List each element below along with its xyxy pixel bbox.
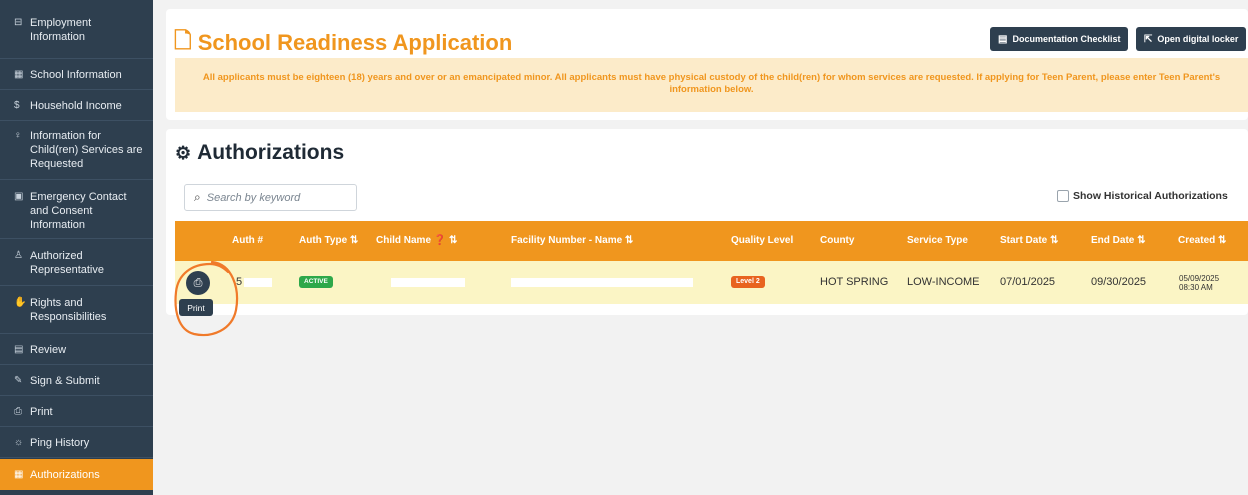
sidebar-item-school[interactable]: ▦ School Information [0,59,153,90]
sidebar-item-child-info[interactable]: ♀ Information for Child(ren) Services ar… [0,121,153,180]
authorizations-icon: ▦ [14,469,24,480]
sidebar-item-label: Print [30,406,53,418]
documentation-checklist-button[interactable]: ▤ Documentation Checklist [990,27,1129,51]
created-cell: 05/09/2025 08:30 AM [1179,274,1219,292]
sidebar-item-label: Household Income [30,100,122,112]
checklist-icon: ▤ [998,33,1008,45]
search-placeholder: Search by keyword [206,191,301,204]
column-facility[interactable]: Facility Number - Name ⇅ [511,221,633,261]
service-type-cell: LOW-INCOME [907,276,980,288]
authorizations-heading-text: Authorizations [197,141,345,164]
redacted-facility-name [511,278,693,287]
column-service-type: Service Type [907,235,968,246]
sidebar-item-employment[interactable]: ⊟ Employment Information [0,0,153,59]
page-title: 🗋 School Readiness Application [174,24,512,62]
open-digital-locker-label: Open digital locker [1157,34,1239,44]
sidebar-item-label: School Information [30,69,122,81]
sidebar-item-emergency-contact[interactable]: ▣ Emergency Contact and Consent Informat… [0,180,153,239]
sidebar-item-ping-history[interactable]: ☼ Ping History [0,427,153,458]
column-created[interactable]: Created ⇅ [1178,221,1226,261]
external-link-icon: ⇱ [1144,33,1153,45]
hand-icon: ✋ [14,297,27,308]
start-date-cell: 07/01/2025 [1000,276,1056,288]
application-icon: 🗋 [174,28,192,53]
created-date: 05/09/2025 [1179,274,1220,283]
redacted-auth-num [244,278,272,287]
document-search-icon: ▤ [14,344,24,355]
signature-icon: ✎ [14,375,23,386]
printer-icon: ⎙ [14,406,22,417]
sidebar-item-print[interactable]: ⎙ Print [0,396,153,427]
page-title-text: School Readiness Application [197,30,513,55]
search-input[interactable]: ⌕ Search by keyword [184,184,357,211]
authorizations-heading: ⚙ Authorizations [175,141,344,165]
sidebar-item-label: Employment Information [30,17,92,43]
table-header: Auth # Auth Type ⇅ Child Name ❓ ⇅ Facili… [175,221,1248,261]
column-auth-num: Auth # [232,235,264,246]
county-cell: HOT SPRING [820,276,889,288]
sidebar-item-label: Authorized Representative [30,250,104,276]
sidebar-item-label: Information for Child(ren) Services are … [30,130,143,170]
documentation-checklist-label: Documentation Checklist [1012,34,1121,44]
child-icon: ♀ [14,130,22,141]
show-historical-label: Show Historical Authorizations [1073,190,1228,202]
quality-level-badge: Level 2 [731,276,765,288]
sidebar-item-authorizations[interactable]: ▦ Authorizations [0,459,153,490]
show-historical-toggle[interactable]: Show Historical Authorizations [1057,190,1228,202]
sidebar-item-label: Sign & Submit [30,375,100,387]
dollar-icon: $ [14,100,20,111]
sidebar-item-authorized-rep[interactable]: ♙ Authorized Representative [0,239,153,286]
auth-type-badge: ACTIVE [299,276,333,288]
search-icon: ⌕ [194,190,201,204]
open-digital-locker-button[interactable]: ⇱ Open digital locker [1136,27,1247,51]
ping-icon: ☼ [14,437,24,448]
annotation-circle [174,260,238,337]
eligibility-notice: All applicants must be eighteen (18) yea… [175,58,1248,112]
user-check-icon: ♙ [14,250,23,261]
column-start-date[interactable]: Start Date ⇅ [1000,221,1058,261]
contact-card-icon: ▣ [14,191,24,202]
sidebar-item-review[interactable]: ▤ Review [0,334,153,365]
redacted-child-name [391,278,465,287]
authorizations-icon: ⚙ [175,142,192,163]
column-quality-level: Quality Level [731,235,794,246]
created-time: 08:30 AM [1179,283,1213,292]
briefcase-icon: ⊟ [14,17,23,28]
sidebar-item-label: Rights and Responsibilities [30,297,107,323]
column-child-name[interactable]: Child Name ❓ ⇅ [376,221,457,261]
sidebar-item-household-income[interactable]: $ Household Income [0,90,153,121]
sidebar-item-label: Emergency Contact and Consent Informatio… [30,191,127,231]
table-row[interactable]: 5 ACTIVE Level 2 HOT SPRING LOW-INCOME 0… [175,261,1248,304]
sidebar-item-label: Authorizations [30,469,100,481]
column-auth-type[interactable]: Auth Type ⇅ [299,221,358,261]
sidebar: ⊟ Employment Information ▦ School Inform… [0,0,153,495]
sidebar-item-sign-submit[interactable]: ✎ Sign & Submit [0,365,153,396]
end-date-cell: 09/30/2025 [1091,276,1147,288]
school-icon: ▦ [14,69,24,80]
column-county: County [820,235,855,246]
sidebar-item-label: Review [30,344,67,356]
column-end-date[interactable]: End Date ⇅ [1091,221,1146,261]
sidebar-item-label: Ping History [30,437,90,449]
sidebar-item-rights[interactable]: ✋ Rights and Responsibilities [0,286,153,334]
show-historical-checkbox[interactable] [1057,190,1069,202]
